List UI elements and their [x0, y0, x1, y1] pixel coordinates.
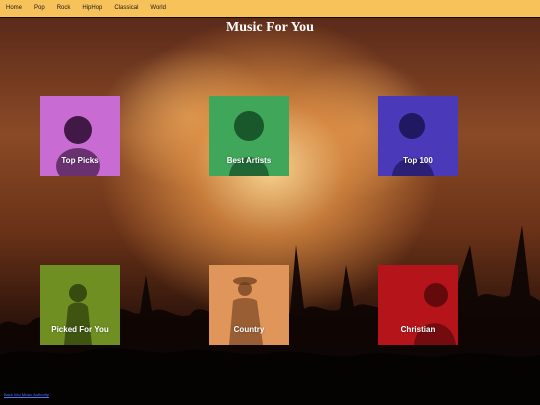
- nav-pop[interactable]: Pop: [34, 0, 45, 17]
- tile-best-artists[interactable]: Best Artists: [209, 96, 289, 176]
- tile-label: Best Artists: [226, 156, 272, 165]
- footer-link[interactable]: Back Into Music Authority: [4, 392, 49, 397]
- tile-label: Christian: [400, 325, 436, 334]
- tile-label: Top Picks: [61, 156, 99, 165]
- nav-world[interactable]: World: [150, 0, 166, 17]
- nav-hiphop[interactable]: HipHop: [82, 0, 102, 17]
- top-nav-bar: Home Pop Rock HipHop Classical World: [0, 0, 540, 17]
- nav-home[interactable]: Home: [6, 0, 22, 17]
- concert-background: [0, 18, 540, 405]
- nav-classical[interactable]: Classical: [114, 0, 138, 17]
- tile-christian[interactable]: Christian: [378, 265, 458, 345]
- tile-label: Top 100: [403, 156, 433, 165]
- tile-label: Country: [233, 325, 265, 334]
- tile-country[interactable]: Country: [209, 265, 289, 345]
- nav-rock[interactable]: Rock: [57, 0, 71, 17]
- tile-label: Picked For You: [51, 325, 109, 334]
- page-title: Music For You: [226, 20, 314, 35]
- tile-picked-for-you[interactable]: Picked For You: [40, 265, 120, 345]
- tile-top-picks[interactable]: Top Picks: [40, 96, 120, 176]
- tile-top-100[interactable]: Top 100: [378, 96, 458, 176]
